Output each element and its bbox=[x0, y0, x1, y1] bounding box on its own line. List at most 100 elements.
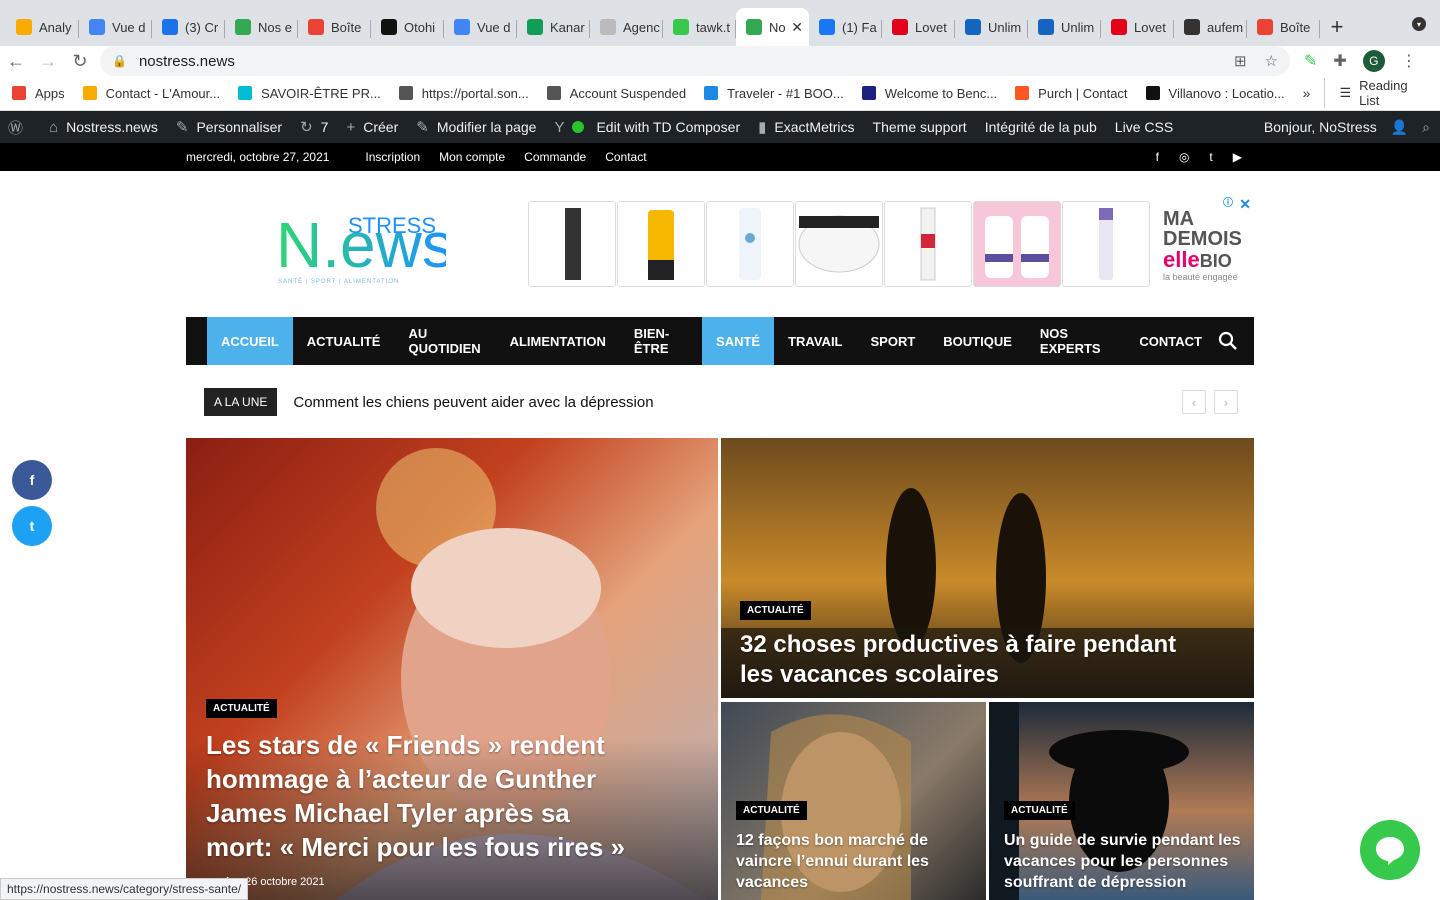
bookmark-star-icon[interactable]: ☆ bbox=[1265, 52, 1278, 70]
reading-list-button[interactable]: ☰ Reading List bbox=[1324, 78, 1426, 108]
bookmark-item[interactable]: Apps bbox=[12, 86, 65, 101]
bookmark-item[interactable]: Account Suspended bbox=[546, 86, 686, 101]
bookmark-item[interactable]: Villanovo : Locatio... bbox=[1145, 86, 1285, 101]
nav-item-bien-etre[interactable]: BIEN-ÊTRE bbox=[620, 317, 702, 365]
topbar-link-inscription[interactable]: Inscription bbox=[365, 150, 420, 164]
advertisement-banner[interactable]: MA DEMOIS elleBIO la beauté engagée ⓘ ✕ bbox=[528, 197, 1252, 289]
article-category-badge[interactable]: ACTUALITÉ bbox=[206, 699, 277, 718]
nav-item-travail[interactable]: TRAVAIL bbox=[774, 317, 856, 365]
bookmark-item[interactable]: Contact - L'Amour... bbox=[82, 86, 220, 101]
bookmark-item[interactable]: Welcome to Benc... bbox=[861, 86, 997, 101]
ticker-next-button[interactable]: › bbox=[1214, 390, 1238, 414]
nav-item-sante[interactable]: SANTÉ bbox=[702, 317, 775, 365]
wp-td-link[interactable]: Y Edit with TD Composer bbox=[554, 119, 740, 136]
browser-tab[interactable]: (3) Cr bbox=[152, 8, 225, 46]
browser-tab[interactable]: Lovet bbox=[882, 8, 955, 46]
browser-tab[interactable]: Unlim bbox=[1028, 8, 1101, 46]
wp-search-icon[interactable]: ⌕ bbox=[1422, 119, 1430, 136]
chat-widget-button[interactable] bbox=[1360, 820, 1420, 880]
browser-tab[interactable]: Kanar bbox=[517, 8, 590, 46]
ad-product-3[interactable] bbox=[706, 201, 794, 287]
browser-tab[interactable]: Otohi bbox=[371, 8, 444, 46]
topbar-link-account[interactable]: Mon compte bbox=[439, 150, 505, 164]
nav-item-au-quotidien[interactable]: AU QUOTIDIEN bbox=[394, 317, 495, 365]
more-bookmarks-button[interactable]: » bbox=[1303, 85, 1311, 101]
site-logo[interactable]: N.ews STRESS SANTÉ | SPORT | ALIMENTATIO… bbox=[276, 201, 454, 287]
share-twitter-button[interactable]: t bbox=[12, 506, 52, 546]
wp-logo-button[interactable]: Ⓦ bbox=[8, 117, 31, 138]
nav-item-actualite[interactable]: ACTUALITÉ bbox=[293, 317, 395, 365]
wp-greeting[interactable]: Bonjour, NoStress bbox=[1264, 119, 1377, 135]
wp-metrics-link[interactable]: ▮ ExactMetrics bbox=[758, 118, 854, 136]
nav-item-nos-experts[interactable]: NOS EXPERTS bbox=[1026, 317, 1125, 365]
profile-avatar[interactable]: G bbox=[1362, 50, 1385, 72]
tab-search-icon[interactable]: ▾ bbox=[1412, 17, 1426, 31]
ad-product-7[interactable] bbox=[1062, 201, 1150, 287]
wp-customize-link[interactable]: ✎ Personnaliser bbox=[176, 118, 282, 136]
translate-icon[interactable]: ⊞ bbox=[1234, 52, 1247, 70]
nav-item-alimentation[interactable]: ALIMENTATION bbox=[496, 317, 620, 365]
extensions-icon[interactable]: ✚ bbox=[1333, 51, 1346, 71]
nav-item-contact[interactable]: CONTACT bbox=[1125, 317, 1216, 365]
back-button[interactable]: ← bbox=[0, 46, 32, 76]
bookmark-item[interactable]: Traveler - #1 BOO... bbox=[704, 86, 844, 101]
browser-tab[interactable]: Nos e bbox=[225, 8, 298, 46]
article-category-badge[interactable]: ACTUALITÉ bbox=[1004, 801, 1075, 820]
browser-tab[interactable]: Agenc bbox=[590, 8, 663, 46]
bookmark-item[interactable]: SAVOIR-ÊTRE PR... bbox=[238, 86, 381, 101]
ticker-headline[interactable]: Comment les chiens peuvent aider avec la… bbox=[293, 394, 653, 411]
youtube-icon[interactable]: ▶ bbox=[1233, 150, 1242, 164]
ad-brand[interactable]: MA DEMOIS elleBIO la beauté engagée ⓘ ✕ bbox=[1163, 197, 1251, 289]
browser-tab[interactable]: Vue d bbox=[79, 8, 152, 46]
ad-product-5[interactable] bbox=[884, 201, 972, 287]
share-facebook-button[interactable]: f bbox=[12, 460, 52, 500]
forward-button[interactable]: → bbox=[32, 46, 64, 76]
browser-tab[interactable]: aufem bbox=[1174, 8, 1247, 46]
tawk-extension-icon[interactable]: ✎ bbox=[1304, 51, 1317, 71]
article-title[interactable]: Un guide de survie pendant les vacances … bbox=[1004, 830, 1249, 893]
ad-product-2[interactable] bbox=[617, 201, 705, 287]
ad-info-icon[interactable]: ⓘ bbox=[1223, 199, 1233, 209]
nav-item-boutique[interactable]: BOUTIQUE bbox=[929, 317, 1026, 365]
ad-product-1[interactable] bbox=[528, 201, 616, 287]
new-tab-button[interactable]: + bbox=[1320, 8, 1354, 46]
nav-item-sport[interactable]: SPORT bbox=[857, 317, 930, 365]
browser-tab[interactable]: (1) Fa bbox=[809, 8, 882, 46]
article-title[interactable]: Les stars de « Friends » rendent hommage… bbox=[206, 728, 626, 864]
wp-updates-link[interactable]: ↻ 7 bbox=[300, 118, 328, 136]
article-category-badge[interactable]: ACTUALITÉ bbox=[736, 801, 807, 820]
article-title[interactable]: 12 façons bon marché de vaincre l’ennui … bbox=[736, 830, 976, 893]
featured-article-2[interactable]: ACTUALITÉ 32 choses productives à faire … bbox=[721, 438, 1254, 698]
instagram-icon[interactable]: ◎ bbox=[1179, 150, 1189, 164]
featured-article-4[interactable]: ACTUALITÉ Un guide de survie pendant les… bbox=[989, 702, 1254, 900]
wp-integrity-link[interactable]: Intégrité de la pub bbox=[985, 119, 1097, 135]
browser-tab[interactable]: Lovet bbox=[1101, 8, 1174, 46]
wp-support-link[interactable]: Theme support bbox=[873, 119, 967, 135]
ad-product-4[interactable] bbox=[795, 201, 883, 287]
browser-tab[interactable]: tawk.t bbox=[663, 8, 736, 46]
wp-create-link[interactable]: + Créer bbox=[346, 119, 398, 136]
featured-article-3[interactable]: ACTUALITÉ 12 façons bon marché de vaincr… bbox=[721, 702, 986, 900]
article-title[interactable]: 32 choses productives à faire pendant le… bbox=[740, 630, 1180, 690]
browser-tab[interactable]: No ✕ bbox=[736, 8, 809, 46]
search-icon[interactable] bbox=[1216, 329, 1240, 353]
reload-button[interactable]: ↻ bbox=[64, 46, 96, 76]
facebook-icon[interactable]: f bbox=[1156, 150, 1159, 164]
ad-close-icon[interactable]: ✕ bbox=[1239, 197, 1251, 211]
wp-css-link[interactable]: Live CSS bbox=[1115, 119, 1173, 135]
bookmark-item[interactable]: https://portal.son... bbox=[398, 86, 529, 101]
bookmark-item[interactable]: Purch | Contact bbox=[1015, 86, 1128, 101]
twitter-icon[interactable]: t bbox=[1209, 150, 1212, 164]
browser-tab[interactable]: Unlim bbox=[955, 8, 1028, 46]
wp-site-link[interactable]: ⌂ Nostress.news bbox=[49, 119, 158, 136]
browser-tab[interactable]: Boîte bbox=[1247, 8, 1320, 46]
topbar-link-order[interactable]: Commande bbox=[524, 150, 586, 164]
browser-tab[interactable]: Vue d bbox=[444, 8, 517, 46]
user-icon[interactable]: 👤 bbox=[1391, 119, 1408, 136]
ad-product-6[interactable] bbox=[973, 201, 1061, 287]
browser-tab[interactable]: Analy bbox=[6, 8, 79, 46]
featured-article-main[interactable]: ACTUALITÉ Les stars de « Friends » rende… bbox=[186, 438, 718, 900]
address-bar[interactable]: 🔒 nostress.news ⊞ ☆ bbox=[100, 46, 1290, 76]
tab-close-icon[interactable]: ✕ bbox=[791, 19, 803, 36]
ticker-prev-button[interactable]: ‹ bbox=[1182, 390, 1206, 414]
